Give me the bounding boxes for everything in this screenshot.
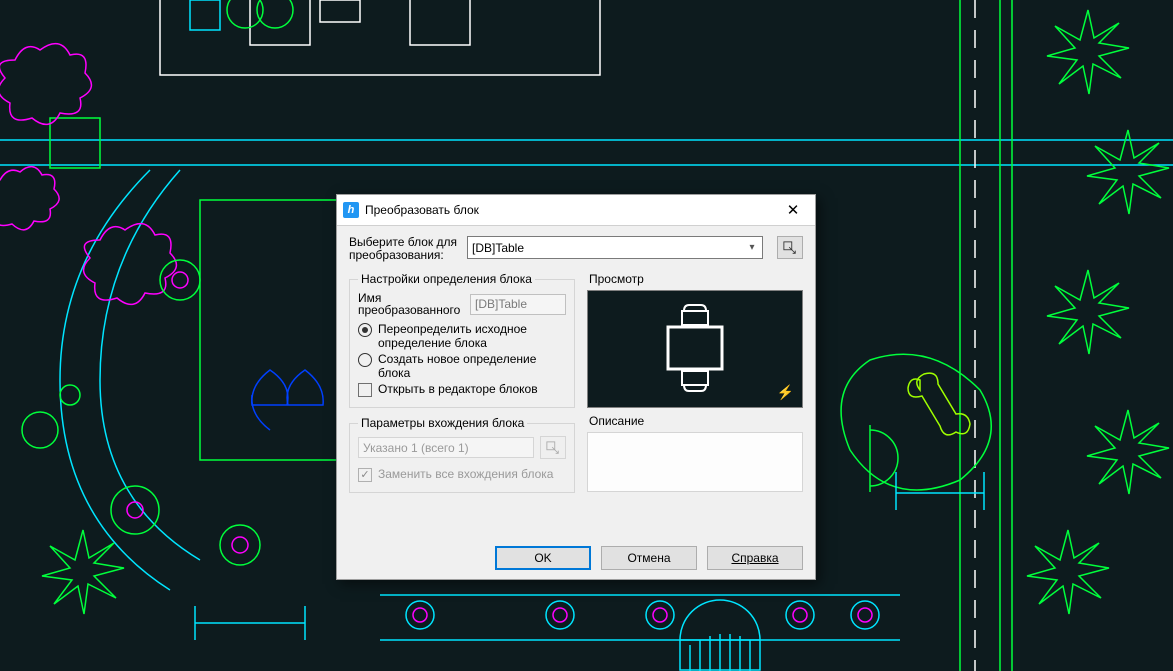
group-params-label: Параметры вхождения блока [358,416,527,430]
radio-create-new[interactable]: Создать новое определение блока [358,352,566,380]
preview-label: Просмотр [589,272,803,286]
checkbox-icon [358,468,372,482]
radio-redefine[interactable]: Переопределить исходное определение блок… [358,322,566,350]
block-preview: ⚡ [587,290,803,408]
svg-text:XSIZEZE: XSIZEZE [1020,71,1118,101]
checkbox-replace-all-label: Заменить все вхождения блока [378,467,553,481]
block-instance-params-group: Параметры вхождения блока Указано 1 (все… [349,416,575,493]
dialog-titlebar[interactable]: h Преобразовать блок ✕ [337,195,815,226]
select-block-label: Выберите блок для преобразования: [349,236,459,262]
block-name-value: [DB]Table [472,241,524,255]
checkbox-replace-all: Заменить все вхождения блока [358,467,566,482]
coord-03: 0.300 [918,489,958,506]
lightning-icon: ⚡ [777,384,794,401]
radio-redefine-label: Переопределить исходное определение блок… [378,322,566,350]
select-instances-button [540,436,566,459]
pick-block-button[interactable] [777,236,803,259]
block-definition-settings-group: Настройки определения блока Имя преобраз… [349,272,575,408]
radio-icon [358,323,372,337]
checkbox-icon [358,383,372,397]
description-box [587,432,803,492]
converted-name-field: [DB]Table [470,294,566,315]
radio-createnew-label: Создать новое определение блока [378,352,566,380]
convert-block-dialog: h Преобразовать блок ✕ Выберите блок для… [336,194,816,580]
description-label: Описание [589,414,803,428]
ok-button[interactable]: OK [495,546,591,570]
checkbox-open-editor-label: Открыть в редакторе блоков [378,382,538,396]
checkbox-open-editor[interactable]: Открыть в редакторе блоков [358,382,566,397]
app-icon: h [343,202,359,218]
dialog-title: Преобразовать блок [365,203,771,217]
chevron-down-icon: ▾ [744,239,760,255]
block-name-combo[interactable]: [DB]Table ▾ [467,236,763,259]
help-button[interactable]: Справка [707,546,803,570]
close-icon[interactable]: ✕ [771,195,815,225]
group-settings-label: Настройки определения блока [358,272,535,286]
coord-0: 0.000 [222,616,262,633]
selected-count-field: Указано 1 (всего 1) [358,437,534,458]
converted-name-label: Имя преобразованного [358,292,464,316]
cancel-button[interactable]: Отмена [601,546,697,570]
radio-icon [358,353,372,367]
